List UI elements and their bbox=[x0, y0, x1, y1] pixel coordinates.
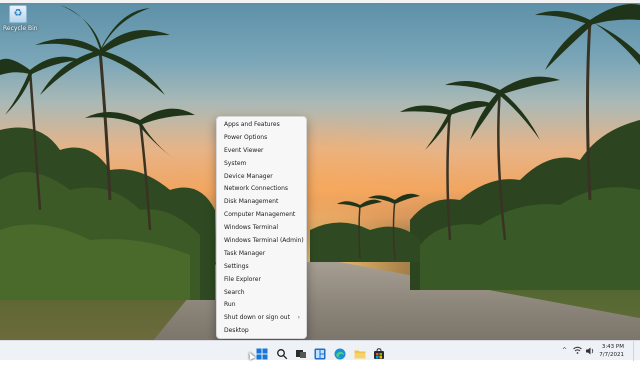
menu-item-label: Apps and Features bbox=[224, 121, 280, 128]
menu-item-network-connections[interactable]: Network Connections bbox=[217, 183, 306, 196]
search-icon[interactable] bbox=[276, 345, 288, 360]
recycle-bin-icon: ♻ bbox=[9, 5, 27, 23]
menu-item-label: Network Connections bbox=[224, 185, 289, 193]
menu-item-label: Search bbox=[224, 288, 245, 296]
menu-item-event-viewer[interactable]: Event Viewer bbox=[217, 145, 306, 158]
menu-item-label: Run bbox=[224, 301, 236, 309]
wallpaper-palm-trees bbox=[0, 4, 640, 300]
start-icon[interactable] bbox=[256, 345, 268, 360]
menu-item-label: Device Manager bbox=[224, 172, 273, 180]
menu-item-search[interactable]: Search bbox=[217, 287, 306, 300]
menu-item-label: Power Options bbox=[224, 133, 268, 141]
wifi-icon[interactable] bbox=[573, 341, 583, 361]
menu-item-label: Shut down or sign out bbox=[224, 314, 290, 322]
menu-item-task-manager[interactable]: Task Manager bbox=[217, 248, 306, 261]
menu-item-label: Desktop bbox=[224, 327, 249, 335]
menu-item-label: Windows Terminal (Admin) bbox=[224, 237, 304, 245]
clock-time: 3:43 PM bbox=[601, 344, 624, 350]
menu-item-label: Event Viewer bbox=[224, 146, 264, 154]
menu-item-label: File Explorer bbox=[224, 275, 261, 283]
menu-item-disk-management[interactable]: Disk Management bbox=[217, 196, 306, 209]
menu-item-shut-down-or-sign-out[interactable]: Shut down or sign out › bbox=[217, 312, 306, 325]
menu-item-windows-terminal-admin[interactable]: Windows Terminal (Admin) bbox=[217, 235, 306, 248]
menu-item-power-options[interactable]: Power Options bbox=[217, 132, 306, 145]
menu-item-settings[interactable]: Settings bbox=[217, 261, 306, 274]
clock-date: 7/7/2021 bbox=[599, 352, 624, 358]
menu-item-label: System bbox=[224, 159, 247, 167]
menu-item-label: Windows Terminal bbox=[224, 224, 279, 232]
recycle-bin-label: Recycle Bin bbox=[3, 25, 38, 32]
store-icon[interactable] bbox=[373, 345, 385, 359]
task-view-icon[interactable] bbox=[295, 345, 307, 358]
menu-item-computer-management[interactable]: Computer Management bbox=[217, 209, 306, 222]
menu-item-run[interactable]: Run bbox=[217, 299, 306, 312]
menu-item-label: Disk Management bbox=[224, 198, 279, 206]
desktop-icon-recycle-bin[interactable]: ♻ Recycle Bin bbox=[3, 5, 38, 32]
volume-icon[interactable] bbox=[585, 341, 595, 361]
menu-item-desktop[interactable]: Desktop bbox=[217, 325, 306, 338]
menu-item-label: Computer Management bbox=[224, 211, 296, 219]
winx-context-menu: Apps and Features Power Options Event Vi… bbox=[216, 116, 307, 339]
tray-overflow-chevron-icon[interactable]: ^ bbox=[562, 341, 567, 361]
desktop-wallpaper: ♻ Recycle Bin bbox=[0, 0, 640, 340]
widgets-icon[interactable] bbox=[314, 345, 326, 360]
file-explorer-icon[interactable] bbox=[354, 345, 366, 359]
menu-item-device-manager[interactable]: Device Manager bbox=[217, 171, 306, 184]
menu-item-system[interactable]: System bbox=[217, 158, 306, 171]
menu-item-apps-and-features[interactable]: Apps and Features bbox=[217, 119, 306, 132]
menu-item-file-explorer[interactable]: File Explorer bbox=[217, 274, 306, 287]
menu-item-windows-terminal[interactable]: Windows Terminal bbox=[217, 222, 306, 235]
menu-item-label: Settings bbox=[224, 262, 249, 270]
taskbar: ^ 3:43 PM 7/7/2021 bbox=[0, 340, 640, 361]
taskbar-clock[interactable]: 3:43 PM 7/7/2021 bbox=[599, 343, 624, 359]
chevron-right-icon: › bbox=[297, 314, 300, 322]
edge-icon[interactable] bbox=[334, 345, 346, 360]
show-desktop-button[interactable] bbox=[633, 341, 640, 361]
menu-item-label: Task Manager bbox=[224, 249, 266, 257]
